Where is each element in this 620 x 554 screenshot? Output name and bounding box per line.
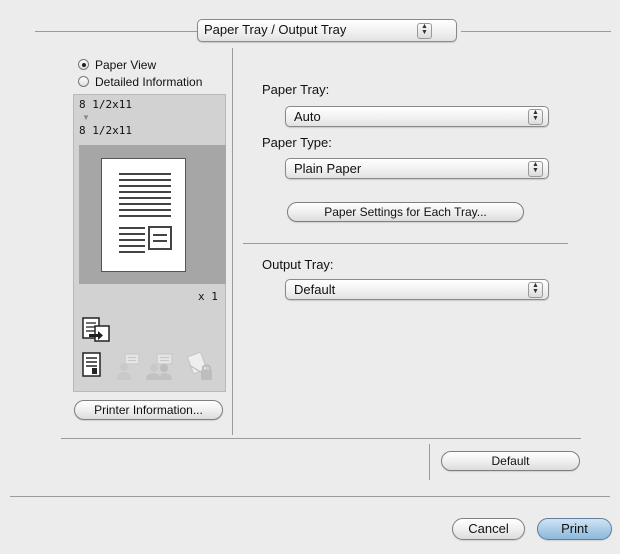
- detailed-information-radio[interactable]: [78, 76, 89, 87]
- down-arrow-icon: ▼: [82, 113, 90, 122]
- default-button-label: Default: [491, 454, 530, 468]
- paper-view-label: Paper View: [95, 58, 157, 72]
- detailed-information-label: Detailed Information: [95, 75, 203, 89]
- top-divider-right: [461, 31, 611, 32]
- default-button[interactable]: Default: [441, 451, 580, 471]
- output-tray-label: Output Tray:: [262, 257, 334, 272]
- secure-print-icon: [186, 351, 212, 380]
- print-button[interactable]: Print: [537, 518, 612, 540]
- section-popup[interactable]: Paper Tray / Output Tray ▲ ▼: [197, 19, 457, 42]
- paper-type-value: Plain Paper: [294, 161, 362, 176]
- paper-settings-button[interactable]: Paper Settings for Each Tray...: [287, 202, 524, 222]
- output-tray-arrows-icon: ▲ ▼: [528, 282, 543, 298]
- top-divider-left: [35, 31, 197, 32]
- copies-count: x 1: [198, 290, 218, 303]
- cancel-button[interactable]: Cancel: [452, 518, 525, 540]
- document-icon: [82, 352, 101, 377]
- paper-tray-value: Auto: [294, 109, 321, 124]
- source-size-label: 8 1/2x11: [79, 98, 132, 111]
- print-button-label: Print: [561, 521, 588, 536]
- bottom-divider: [61, 438, 581, 439]
- output-size-label: 8 1/2x11: [79, 124, 132, 137]
- user-icon: [117, 353, 140, 380]
- printer-information-label: Printer Information...: [94, 403, 203, 417]
- users-icon: [146, 353, 173, 380]
- default-divider: [429, 444, 430, 480]
- settings-divider: [243, 243, 568, 244]
- paper-tray-label: Paper Tray:: [262, 82, 330, 97]
- section-popup-label: Paper Tray / Output Tray: [204, 22, 347, 37]
- printer-information-button[interactable]: Printer Information...: [74, 400, 223, 420]
- output-tray-select[interactable]: Default ▲ ▼: [285, 279, 549, 300]
- paper-type-select[interactable]: Plain Paper ▲ ▼: [285, 158, 549, 179]
- output-tray-icon: [82, 317, 110, 342]
- cancel-button-label: Cancel: [468, 521, 509, 536]
- paper-settings-label: Paper Settings for Each Tray...: [324, 205, 487, 219]
- footer-divider: [10, 496, 610, 497]
- page-preview: [101, 158, 186, 272]
- paper-type-arrows-icon: ▲ ▼: [528, 161, 543, 177]
- paper-type-label: Paper Type:: [262, 135, 332, 150]
- output-tray-value: Default: [294, 282, 336, 297]
- paper-tray-select[interactable]: Auto ▲ ▼: [285, 106, 549, 127]
- popup-arrows-icon: ▲ ▼: [417, 23, 432, 39]
- column-divider: [232, 48, 233, 435]
- paper-tray-arrows-icon: ▲ ▼: [528, 109, 543, 125]
- paper-view-radio[interactable]: [78, 59, 89, 70]
